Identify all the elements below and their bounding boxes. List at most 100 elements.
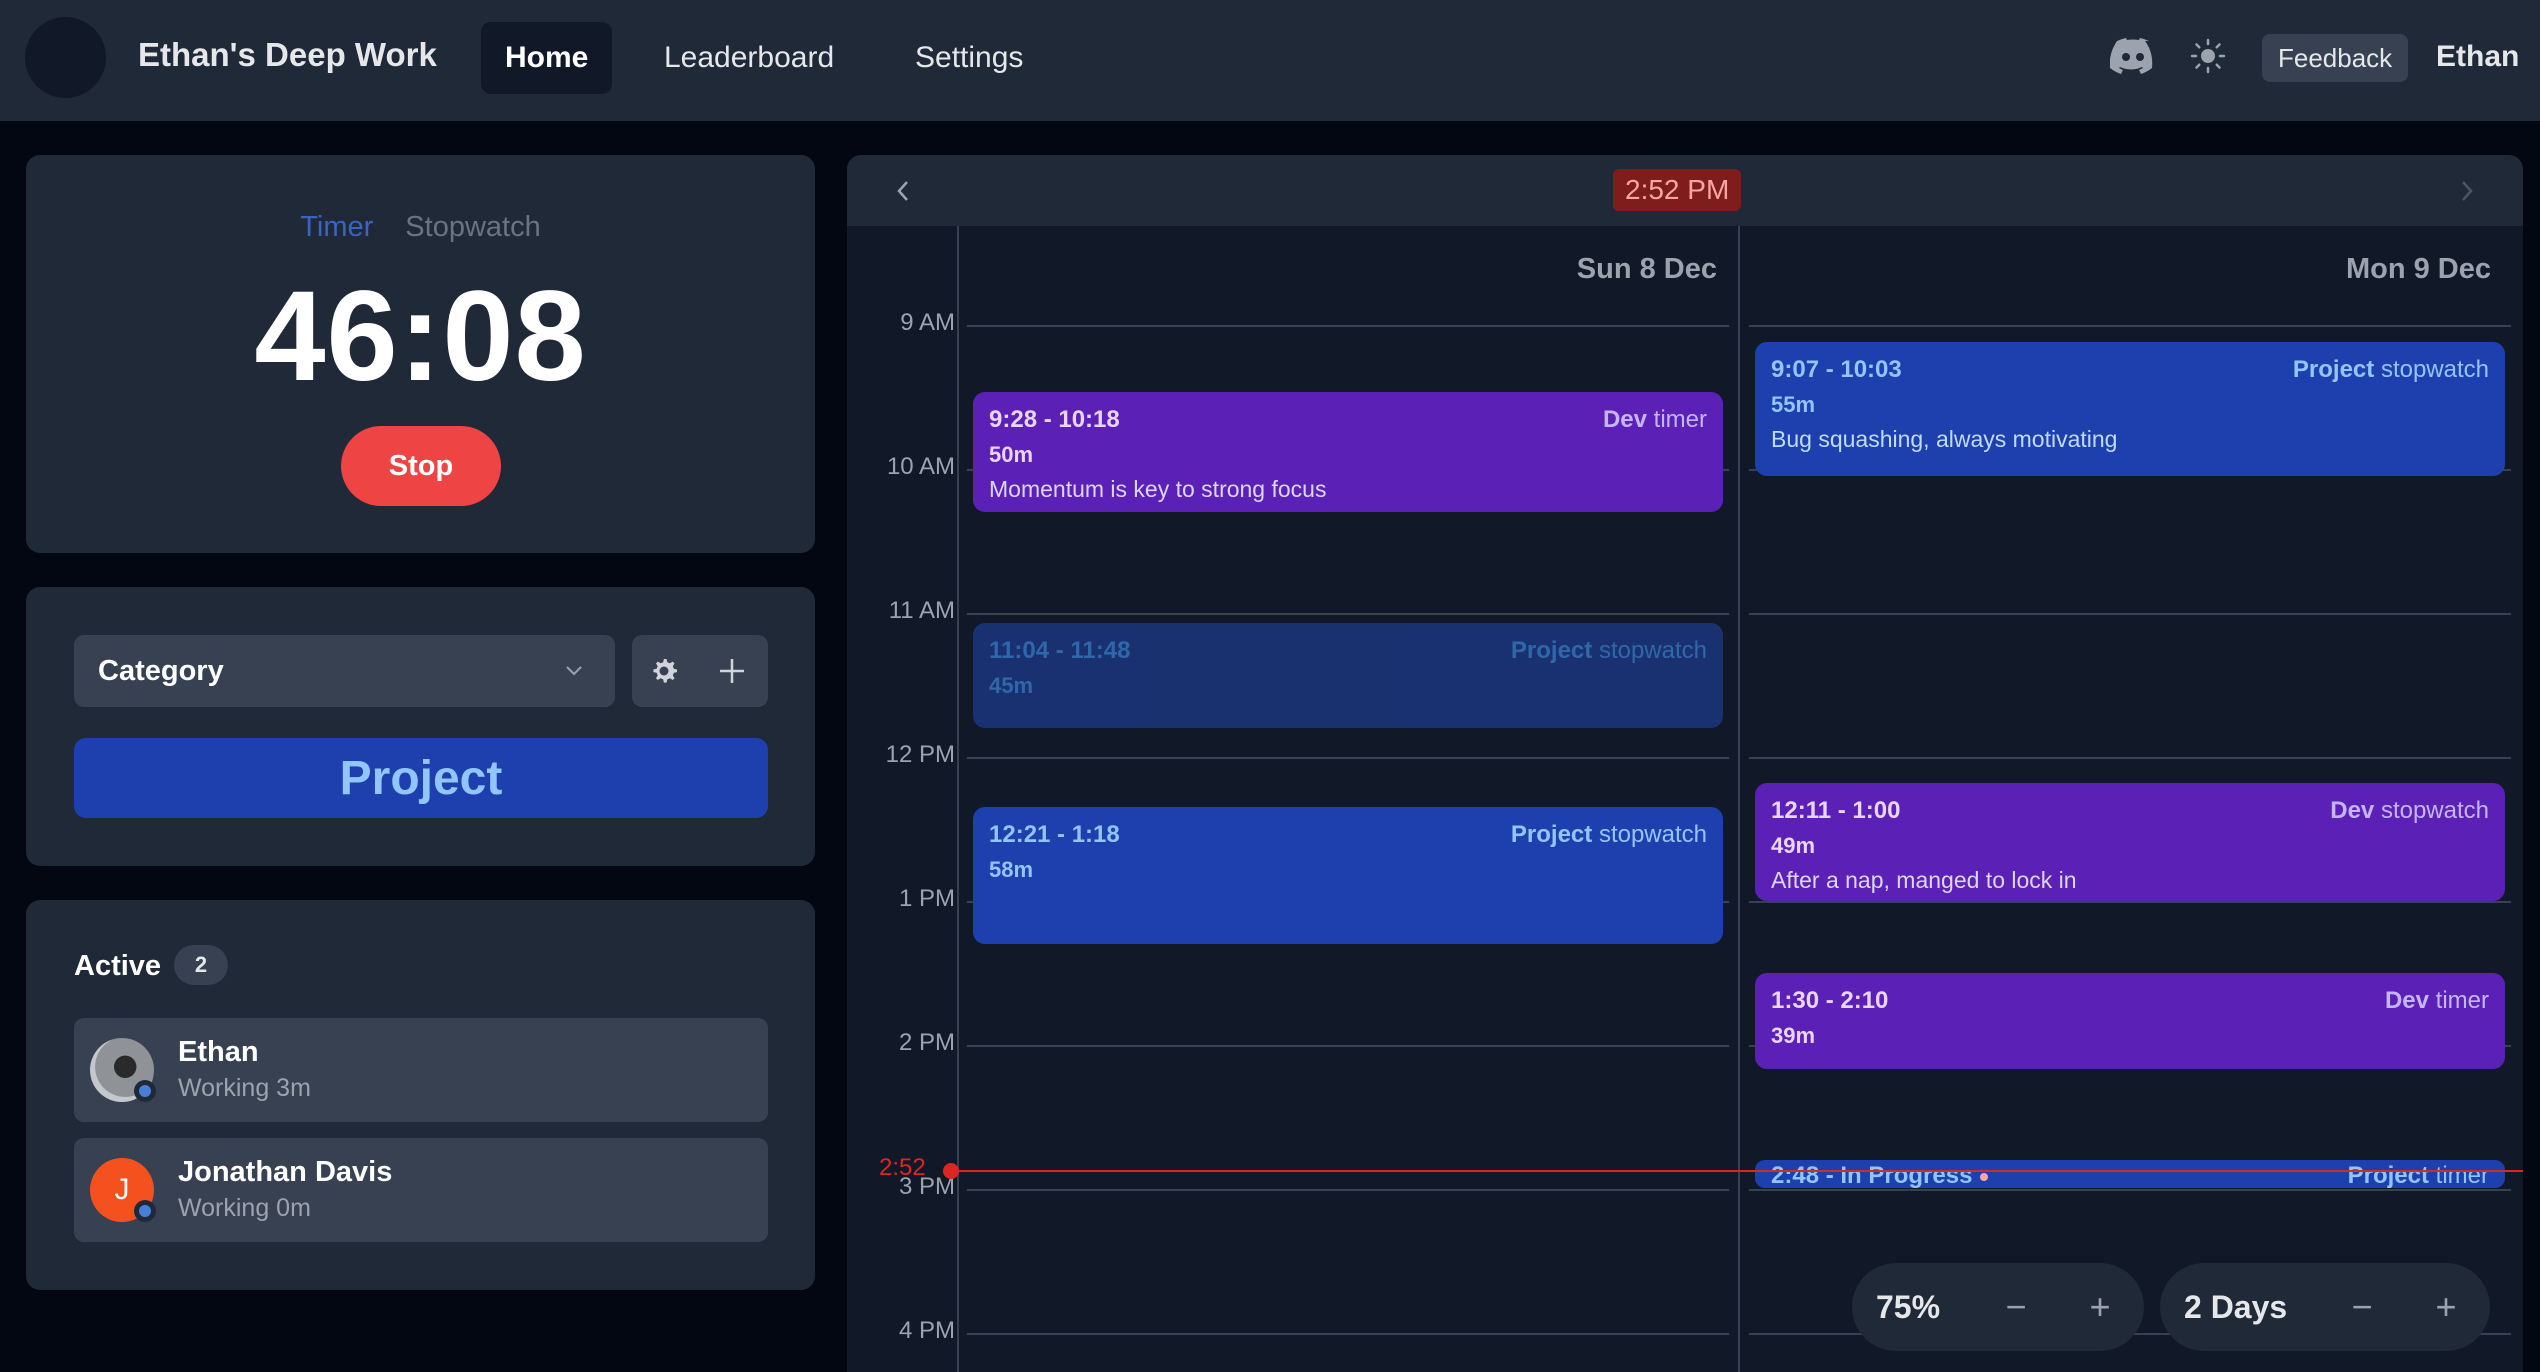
stop-button[interactable]: Stop — [341, 426, 501, 506]
calendar-event[interactable]: 12:21 - 1:18 Project stopwatch 58m — [973, 807, 1723, 945]
event-duration: 45m — [989, 672, 1034, 698]
hour-label: 12 PM — [885, 741, 955, 768]
zoom-value: 75% — [1876, 1288, 1941, 1325]
event-mode: stopwatch — [2380, 797, 2489, 825]
event-category: Project stopwatch — [1511, 821, 1707, 849]
top-navbar: Ethan's Deep Work Home Leaderboard Setti… — [0, 0, 2540, 121]
hour-label: 9 AM — [900, 309, 955, 336]
current-time-dot — [943, 1162, 959, 1179]
app-title: Ethan's Deep Work — [138, 36, 437, 73]
discord-icon[interactable] — [2110, 38, 2156, 74]
chevron-down-icon — [563, 659, 585, 681]
hour-gridline — [967, 325, 1729, 327]
event-category-name: Project — [2347, 1162, 2429, 1190]
event-category: Project timer — [2348, 1162, 2489, 1190]
event-category: Dev timer — [2385, 987, 2489, 1015]
sun-icon[interactable] — [2190, 38, 2226, 74]
logo[interactable] — [25, 17, 106, 98]
event-time-text: 2:48 - In Progress — [1771, 1162, 1973, 1190]
hour-label: 2 PM — [898, 1029, 955, 1056]
nav-leaderboard[interactable]: Leaderboard — [640, 22, 858, 94]
event-time-text: 12:21 - 1:18 — [989, 821, 1120, 849]
tab-stopwatch[interactable]: Stopwatch — [405, 211, 540, 244]
event-category-name: Dev — [2384, 987, 2429, 1014]
chevron-left-icon[interactable] — [891, 177, 915, 205]
active-user-card[interactable]: J Jonathan Davis Working 0m — [74, 1138, 768, 1242]
active-count-badge: 2 — [174, 945, 228, 985]
event-note: After a nap, manged to lock in — [1771, 867, 2077, 894]
user-menu[interactable]: Ethan — [2436, 40, 2519, 74]
hour-gridline — [1749, 325, 2511, 327]
chevron-right-icon[interactable] — [2455, 177, 2479, 205]
event-time-text: 12:11 - 1:00 — [1771, 797, 1901, 825]
hour-label: 10 AM — [886, 453, 955, 480]
event-mode: stopwatch — [2380, 355, 2489, 383]
calendar-event[interactable]: 1:30 - 2:10 Dev timer 39m — [1755, 973, 2505, 1069]
event-note: Bug squashing, always motivating — [1771, 425, 2118, 452]
event-category: Project stopwatch — [1511, 637, 1707, 665]
active-label: Active — [74, 950, 162, 982]
calendar-event[interactable]: 9:07 - 10:03 Project stopwatch 55m Bug squa… — [1755, 341, 2505, 477]
hour-label: 11 AM — [888, 597, 955, 624]
event-note: Momentum is key to strong focus — [989, 476, 1327, 503]
active-user-status: Working 3m — [178, 1074, 311, 1102]
gear-icon[interactable] — [648, 655, 680, 687]
calendar-event[interactable]: 11:04 - 11:48 Project stopwatch 45m — [973, 622, 1723, 729]
event-category-name: Project — [1510, 636, 1593, 664]
active-user-card[interactable]: Ethan Working 3m — [74, 1018, 768, 1122]
hour-gridline — [967, 1045, 1729, 1047]
calendar-event[interactable]: 12:11 - 1:00 Dev stopwatch 49m After a nap,… — [1755, 783, 2505, 901]
event-mode: stopwatch — [1598, 636, 1707, 664]
event-category-name: Project — [2292, 355, 2375, 383]
hour-gridline — [1749, 613, 2511, 615]
timer-display: 46:08 — [254, 265, 587, 408]
zoom-out-button[interactable]: − — [1996, 1286, 2036, 1327]
nav-settings[interactable]: Settings — [891, 22, 1047, 94]
timer-panel: Timer Stopwatch 46:08 Stop — [26, 155, 815, 553]
event-duration: 58m — [989, 857, 1034, 883]
event-duration: 49m — [1771, 833, 1816, 859]
event-duration: 55m — [1771, 391, 1816, 417]
event-category-name: Project — [1510, 821, 1593, 849]
nav-home[interactable]: Home — [481, 22, 613, 94]
event-category: Dev timer — [1603, 406, 1707, 434]
event-mode: stopwatch — [1598, 821, 1707, 849]
zoom-in-button[interactable]: + — [2080, 1286, 2120, 1327]
hour-gridline — [1749, 901, 2511, 903]
event-duration: 39m — [1771, 1023, 1816, 1048]
event-category: Dev stopwatch — [2330, 797, 2489, 825]
tab-timer[interactable]: Timer — [300, 211, 373, 244]
day-heading: Sun 8 Dec — [1576, 253, 1717, 285]
calendar-event[interactable]: 2:48 - In Progress Project timer — [1755, 1160, 2505, 1190]
more-days-button[interactable]: + — [2426, 1286, 2466, 1327]
category-select[interactable]: Category — [74, 635, 615, 707]
event-time: 1:30 - 2:10 — [1771, 987, 2489, 1015]
online-status-dot — [134, 1200, 156, 1222]
category-tools — [632, 635, 768, 707]
mode-tabs: Timer Stopwatch — [26, 211, 815, 244]
calendar: 2:52 PM Sun 8 Dec Mon 9 Dec 9 AM 10 AM 11 … — [847, 155, 2523, 1372]
active-user-name: Ethan — [178, 1036, 259, 1068]
current-time-badge[interactable]: 2:52 PM — [1613, 169, 1742, 211]
event-category-name: Dev — [2330, 797, 2375, 825]
hour-gridline — [1749, 757, 2511, 759]
hour-gridline — [967, 1333, 1729, 1335]
active-users-panel: Active 2 Ethan Working 3m J Jonathan Dav… — [26, 900, 815, 1290]
feedback-button[interactable]: Feedback — [2262, 34, 2409, 82]
plus-icon[interactable] — [716, 655, 748, 687]
zoom-control: 75% − + — [1852, 1263, 2144, 1351]
event-time-text: 11:04 - 11:48 — [989, 636, 1131, 664]
online-status-dot — [134, 1080, 156, 1102]
active-user-status: Working 0m — [178, 1194, 311, 1222]
hour-gridline — [967, 1189, 1729, 1191]
fewer-days-button[interactable]: − — [2342, 1286, 2382, 1327]
event-mode: timer — [2435, 987, 2489, 1014]
selected-category-button[interactable]: Project — [74, 738, 768, 818]
category-panel: Category Project — [26, 587, 815, 866]
calendar-event[interactable]: 9:28 - 10:18 Dev timer 50m Momentum is key … — [973, 392, 1723, 513]
active-user-name: Jonathan Davis — [178, 1156, 393, 1188]
event-time-text: 9:07 - 10:03 — [1771, 355, 1902, 383]
day-range-control: 2 Days − + — [2160, 1263, 2490, 1351]
time-gutter-divider — [957, 226, 959, 1372]
event-mode: timer — [1653, 406, 1707, 434]
